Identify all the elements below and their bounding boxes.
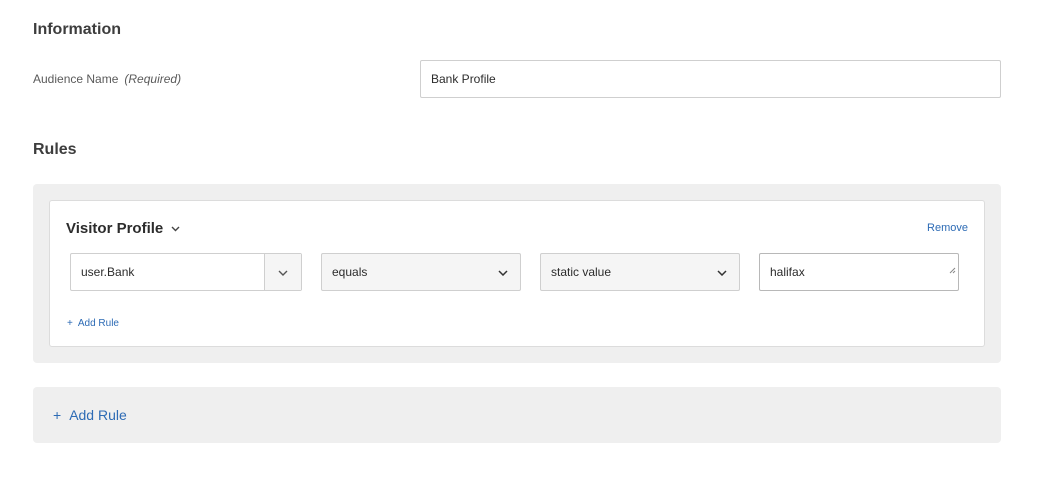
- field-value[interactable]: user.Bank: [71, 254, 264, 290]
- resize-grip-icon[interactable]: [949, 252, 956, 288]
- rules-panel: Visitor Profile Remove user.Bank equals: [33, 184, 1001, 363]
- chevron-down-icon: [498, 265, 508, 279]
- chevron-down-icon: [171, 226, 180, 232]
- operator-select[interactable]: equals: [321, 253, 521, 291]
- audience-editor: Information Audience Name (Required) Bank…: [0, 0, 1062, 494]
- plus-icon: +: [53, 407, 62, 423]
- chevron-down-icon: [278, 263, 288, 281]
- add-rule-button[interactable]: + Add Rule: [33, 387, 1001, 443]
- add-nested-rule-label: Add Rule: [77, 318, 119, 329]
- rule-type-label: Visitor Profile: [66, 220, 164, 237]
- required-label: (Required): [124, 72, 182, 86]
- remove-rule-link[interactable]: Remove: [927, 222, 968, 234]
- add-rule-label: Add Rule: [69, 407, 127, 423]
- field-combobox[interactable]: user.Bank: [70, 253, 302, 291]
- rules-heading: Rules: [33, 141, 77, 158]
- value-type-value: static value: [551, 265, 612, 279]
- audience-name-label-text: Audience Name: [33, 72, 119, 86]
- chevron-down-icon: [717, 265, 727, 279]
- audience-name-input[interactable]: Bank Profile: [420, 60, 1001, 98]
- rule-card: Visitor Profile Remove user.Bank equals: [49, 200, 985, 347]
- comparison-value-textarea[interactable]: halifax: [759, 253, 959, 291]
- operator-value: equals: [332, 265, 368, 279]
- information-heading: Information: [33, 21, 121, 38]
- audience-name-label: Audience Name (Required): [33, 72, 181, 86]
- comparison-value: halifax: [770, 265, 805, 279]
- plus-icon: +: [67, 318, 73, 329]
- value-type-select[interactable]: static value: [540, 253, 740, 291]
- field-dropdown-button[interactable]: [264, 254, 301, 290]
- add-nested-rule-link[interactable]: + Add Rule: [67, 318, 119, 329]
- rule-type-dropdown[interactable]: Visitor Profile: [66, 220, 180, 237]
